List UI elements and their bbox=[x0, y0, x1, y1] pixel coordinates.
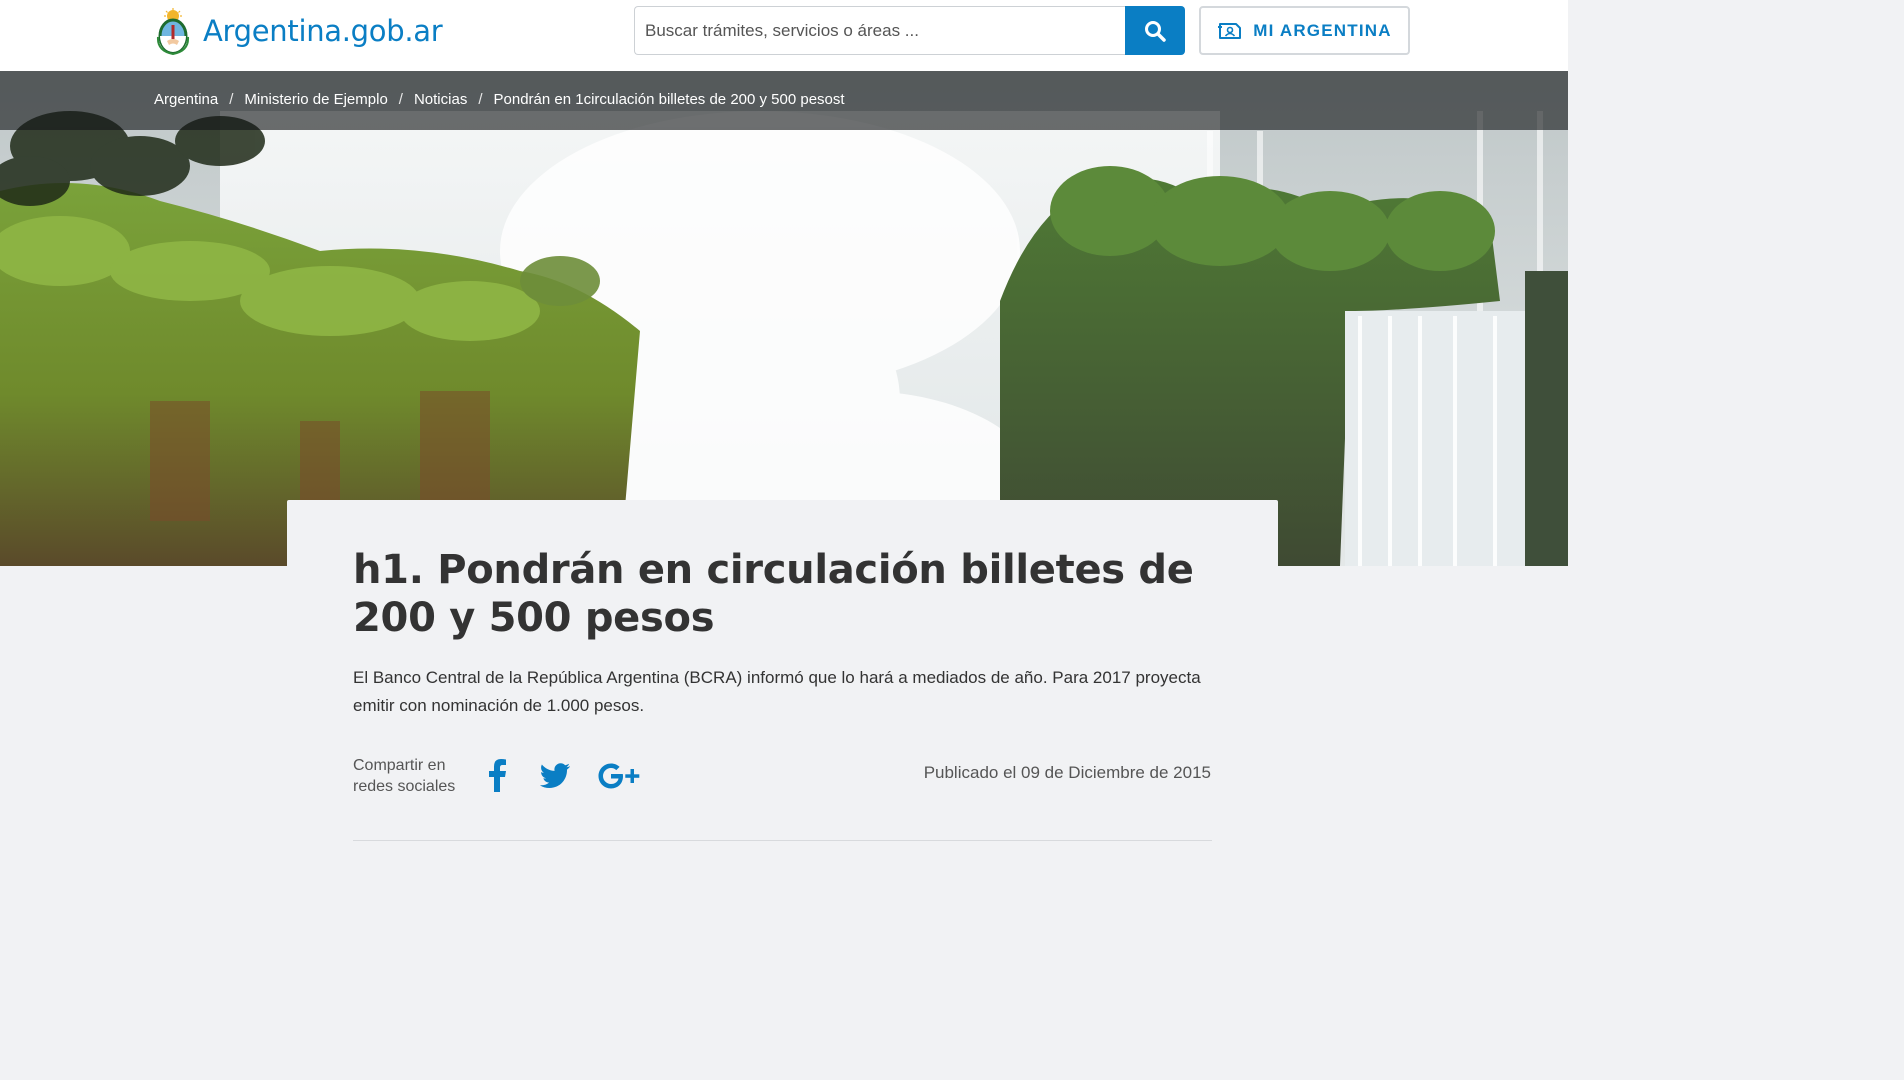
breadcrumb-item-argentina[interactable]: Argentina bbox=[154, 91, 218, 108]
twitter-share-button[interactable] bbox=[539, 763, 571, 789]
site-logo-link[interactable]: Argentina.gob.ar bbox=[155, 6, 443, 56]
mi-argentina-button[interactable]: MI ARGENTINA bbox=[1199, 6, 1410, 55]
breadcrumb-separator: / bbox=[229, 91, 234, 108]
google-plus-icon bbox=[598, 763, 640, 789]
twitter-icon bbox=[539, 763, 570, 788]
facebook-icon bbox=[489, 759, 506, 792]
id-card-icon bbox=[1218, 22, 1242, 39]
mi-argentina-label: MI ARGENTINA bbox=[1253, 20, 1392, 40]
breadcrumb-separator: / bbox=[398, 91, 403, 108]
site-header: Argentina.gob.ar MI ARGENTINA bbox=[0, 0, 1568, 71]
breadcrumb: Argentina / Ministerio de Ejemplo / Noti… bbox=[154, 91, 845, 108]
search-bar bbox=[634, 6, 1185, 55]
share-label: Compartir en redes sociales bbox=[353, 757, 456, 795]
page-title: h1. Pondrán en circulación billetes de 2… bbox=[353, 547, 1194, 641]
publish-date: Publicado el 09 de Diciembre de 2015 bbox=[923, 763, 1211, 782]
google-plus-share-button[interactable] bbox=[597, 762, 643, 790]
search-input[interactable] bbox=[634, 6, 1125, 55]
breadcrumb-item-noticias[interactable]: Noticias bbox=[414, 91, 467, 108]
coat-of-arms-icon bbox=[156, 8, 190, 55]
breadcrumb-separator: / bbox=[478, 91, 483, 108]
facebook-share-button[interactable] bbox=[487, 758, 507, 792]
search-button[interactable] bbox=[1125, 6, 1185, 55]
hero-image bbox=[0, 71, 1568, 566]
breadcrumb-current: Pondrán en 1circulación billetes de 200 … bbox=[493, 91, 845, 108]
breadcrumb-item-ministerio[interactable]: Ministerio de Ejemplo bbox=[244, 91, 387, 108]
search-icon bbox=[1145, 20, 1166, 42]
article-lead: El Banco Central de la República Argenti… bbox=[353, 668, 1201, 715]
section-divider bbox=[353, 840, 1212, 841]
logo-text: Argentina.gob.ar bbox=[203, 14, 443, 48]
